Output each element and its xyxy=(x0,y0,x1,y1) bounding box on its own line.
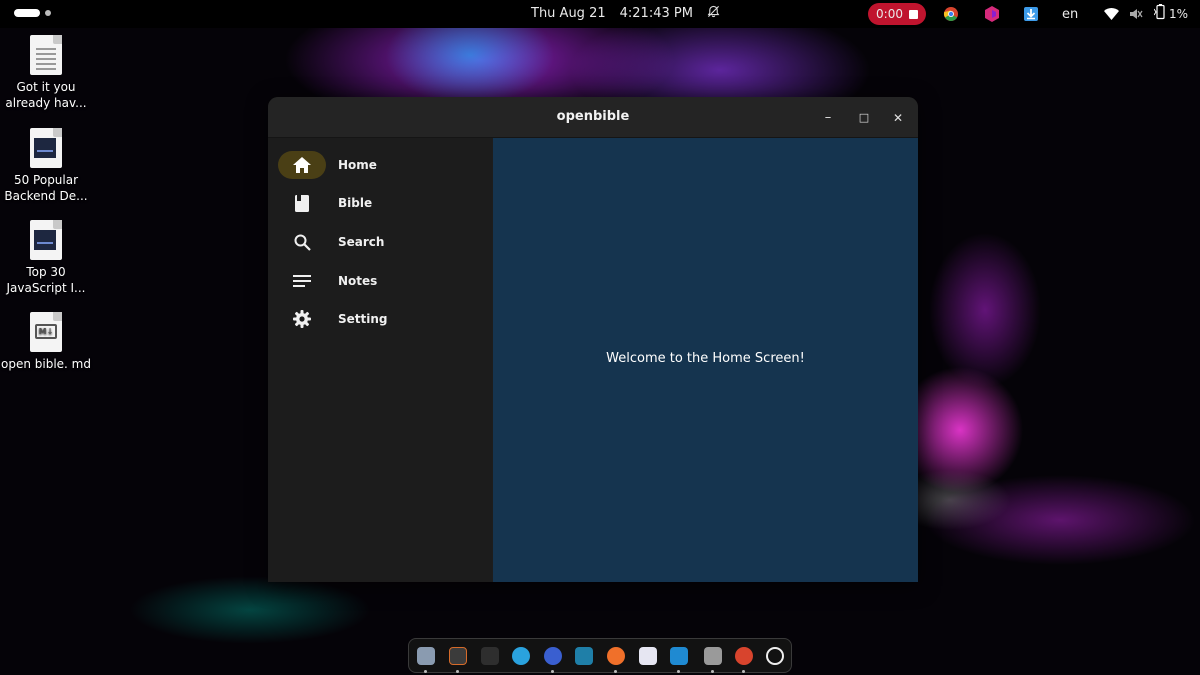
image-file-icon xyxy=(30,220,62,260)
vscode-icon[interactable] xyxy=(670,647,688,665)
running-indicator xyxy=(456,670,459,673)
chrome-icon[interactable] xyxy=(943,5,959,23)
home-content: Welcome to the Home Screen! xyxy=(493,138,918,582)
nav-label: Notes xyxy=(338,274,378,288)
telegram-icon[interactable] xyxy=(512,647,530,665)
top-bar: Thu Aug 21 4:21:43 PM 0:00 en 1% xyxy=(0,0,1200,28)
battery-percent: 1% xyxy=(1169,7,1189,21)
search-icon xyxy=(278,228,326,256)
battery-icon xyxy=(1153,4,1166,24)
running-indicator xyxy=(614,670,617,673)
nav-label: Search xyxy=(338,235,385,249)
settings-icon[interactable] xyxy=(704,647,722,665)
app-icon[interactable] xyxy=(575,647,593,665)
files-icon[interactable] xyxy=(417,647,435,665)
nav-item-home[interactable]: Home xyxy=(278,150,478,180)
app-icon[interactable] xyxy=(544,647,562,665)
image-file-icon xyxy=(30,128,62,168)
dock xyxy=(408,638,792,673)
language-indicator[interactable]: en xyxy=(1062,5,1078,23)
nav-label: Bible xyxy=(338,196,373,210)
running-indicator xyxy=(551,670,554,673)
time-label: 4:21:43 PM xyxy=(619,5,693,21)
book-icon xyxy=(278,189,326,217)
download-icon[interactable] xyxy=(1024,5,1038,23)
desktop-file-backend[interactable]: 50 Popular Backend De... xyxy=(0,128,92,204)
minimize-button[interactable]: – xyxy=(818,108,838,128)
desktop-file-openbible-md[interactable]: M↓ open bible. md xyxy=(0,312,92,372)
date-label: Thu Aug 21 xyxy=(531,5,606,21)
home-icon xyxy=(278,151,326,179)
running-indicator xyxy=(711,670,714,673)
volume-muted-icon[interactable] xyxy=(1129,5,1143,23)
desktop-file-got-it[interactable]: Got it you already hav... xyxy=(0,35,92,111)
gear-icon xyxy=(278,305,326,333)
app-icon[interactable] xyxy=(639,647,657,665)
running-indicator xyxy=(424,670,427,673)
markdown-file-icon: M↓ xyxy=(30,312,62,352)
maximize-button[interactable]: □ xyxy=(854,108,874,128)
nav-item-notes[interactable]: Notes xyxy=(278,266,478,296)
wifi-icon[interactable] xyxy=(1104,5,1119,23)
app-icon[interactable] xyxy=(985,5,999,23)
app-icon[interactable] xyxy=(449,647,467,665)
welcome-message: Welcome to the Home Screen! xyxy=(606,351,805,366)
desktop-file-label: open bible. md xyxy=(1,357,91,371)
recording-time: 0:00 xyxy=(876,7,903,21)
record-stop-icon xyxy=(908,9,918,19)
firefox-icon[interactable] xyxy=(607,647,625,665)
desktop-file-label: 50 Popular Backend De... xyxy=(4,173,88,203)
activities-icon[interactable] xyxy=(14,9,51,17)
clock[interactable]: Thu Aug 21 4:21:43 PM xyxy=(531,5,720,21)
nav-item-bible[interactable]: Bible xyxy=(278,188,478,218)
nav-item-search[interactable]: Search xyxy=(278,227,478,257)
desktop-file-label: Top 30 JavaScript I... xyxy=(6,265,86,295)
nav-label: Home xyxy=(338,158,377,172)
nav-item-setting[interactable]: Setting xyxy=(278,304,478,334)
desktop-file-label: Got it you already hav... xyxy=(5,80,87,110)
notes-icon xyxy=(278,267,326,295)
navigation-sidebar: Home Bible Search Notes Setting xyxy=(268,138,492,582)
chrome-icon[interactable] xyxy=(735,647,753,665)
battery-indicator[interactable]: 1% xyxy=(1153,4,1189,24)
nav-label: Setting xyxy=(338,312,388,326)
text-file-icon xyxy=(30,35,62,75)
app-grid-icon[interactable] xyxy=(766,647,784,665)
running-indicator xyxy=(742,670,745,673)
desktop-file-javascript[interactable]: Top 30 JavaScript I... xyxy=(0,220,92,296)
window-titlebar[interactable]: openbible – □ ✕ xyxy=(268,97,918,138)
openbible-window: openbible – □ ✕ Home Bible Search Notes … xyxy=(268,97,918,582)
close-button[interactable]: ✕ xyxy=(888,108,908,128)
screen-record-indicator[interactable]: 0:00 xyxy=(868,3,926,25)
text-editor-icon[interactable] xyxy=(481,647,499,665)
running-indicator xyxy=(677,670,680,673)
notifications-muted-icon xyxy=(707,5,720,21)
